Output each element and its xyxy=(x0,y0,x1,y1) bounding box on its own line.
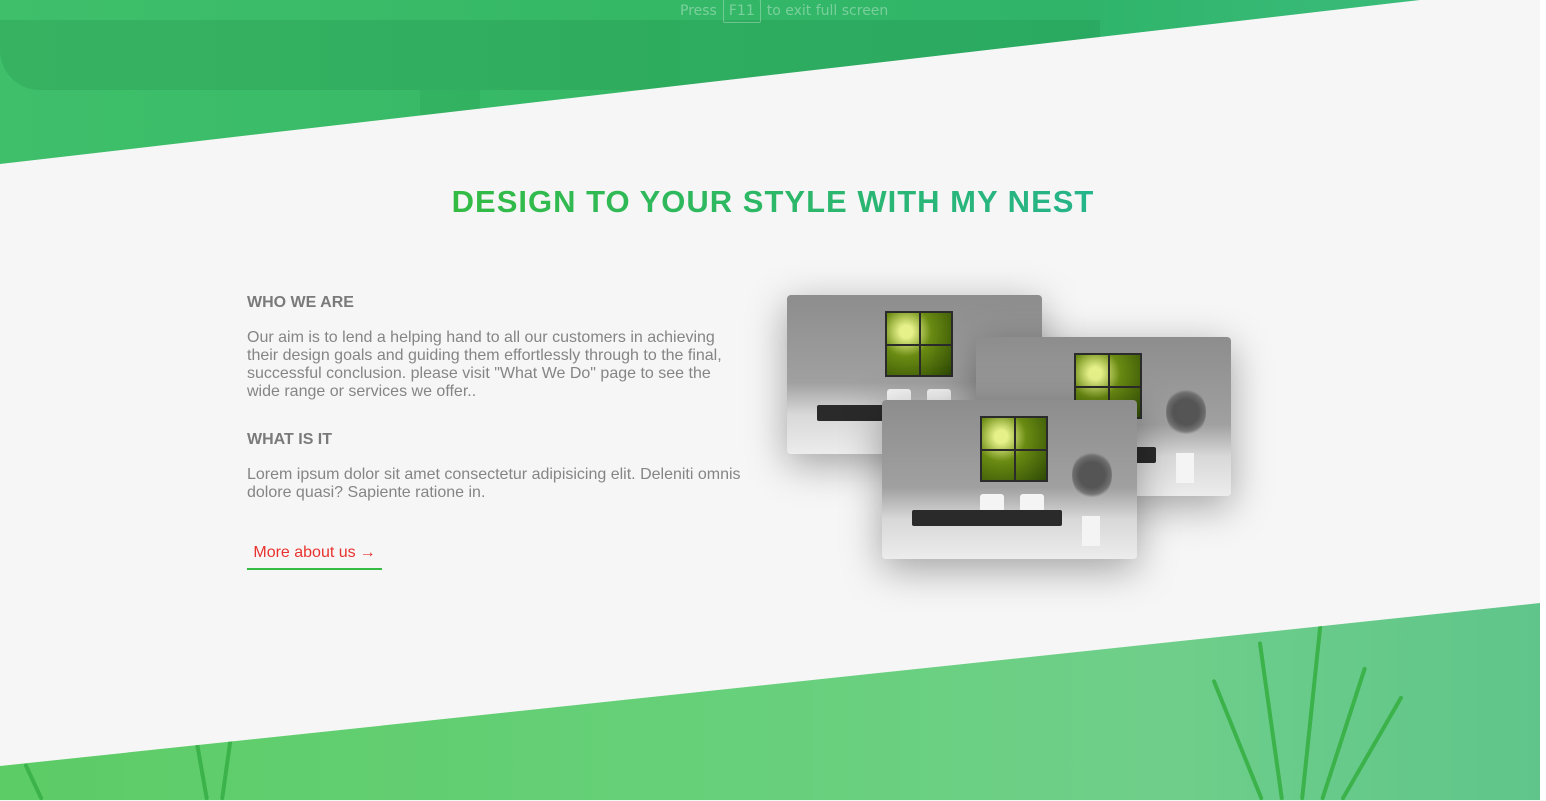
wall-art-image xyxy=(885,311,953,377)
fullscreen-hint: Press F11 to exit full screen xyxy=(680,0,889,23)
hero-banner-top xyxy=(0,0,1420,164)
sofa-background-shape xyxy=(0,20,1100,90)
sofa-leg-shape xyxy=(420,90,480,150)
wall-art-image xyxy=(980,416,1048,482)
more-about-us-button[interactable]: More about us → xyxy=(247,538,382,570)
fullscreen-exit-label: to exit full screen xyxy=(766,3,889,19)
what-is-it-title: WHAT IS IT xyxy=(247,431,333,448)
more-about-us-label: More about us xyxy=(253,544,356,561)
grass-blade xyxy=(23,762,44,800)
who-we-are-title: WHO WE ARE xyxy=(247,294,354,311)
what-is-it-text: Lorem ipsum dolor sit amet consectetur a… xyxy=(247,466,741,501)
gallery-image-front[interactable] xyxy=(882,400,1137,559)
plant-pot-shape xyxy=(1082,516,1100,546)
grass-blade xyxy=(194,740,209,800)
grass-blade xyxy=(1211,678,1264,800)
arrow-right-icon: → xyxy=(359,544,376,561)
section-heading-text: DESIGN TO YOUR STYLE WITH MY NEST xyxy=(451,184,1095,219)
plant-pot-shape xyxy=(1176,453,1194,483)
grass-blade xyxy=(220,730,234,800)
sofa-shape xyxy=(912,510,1062,526)
who-we-are-text: Our aim is to lend a helping hand to all… xyxy=(247,329,722,400)
grass-blade xyxy=(1257,641,1284,800)
grass-blade xyxy=(1320,666,1368,800)
plant-shape xyxy=(1166,387,1206,437)
fullscreen-press-label: Press xyxy=(680,3,717,19)
plant-shape xyxy=(1072,450,1112,500)
page-edge xyxy=(1540,0,1546,800)
grass-blade xyxy=(1300,620,1323,800)
footer-banner-bottom xyxy=(0,603,1540,800)
section-heading: DESIGN TO YOUR STYLE WITH MY NEST xyxy=(0,184,1546,220)
fullscreen-key: F11 xyxy=(722,0,761,23)
